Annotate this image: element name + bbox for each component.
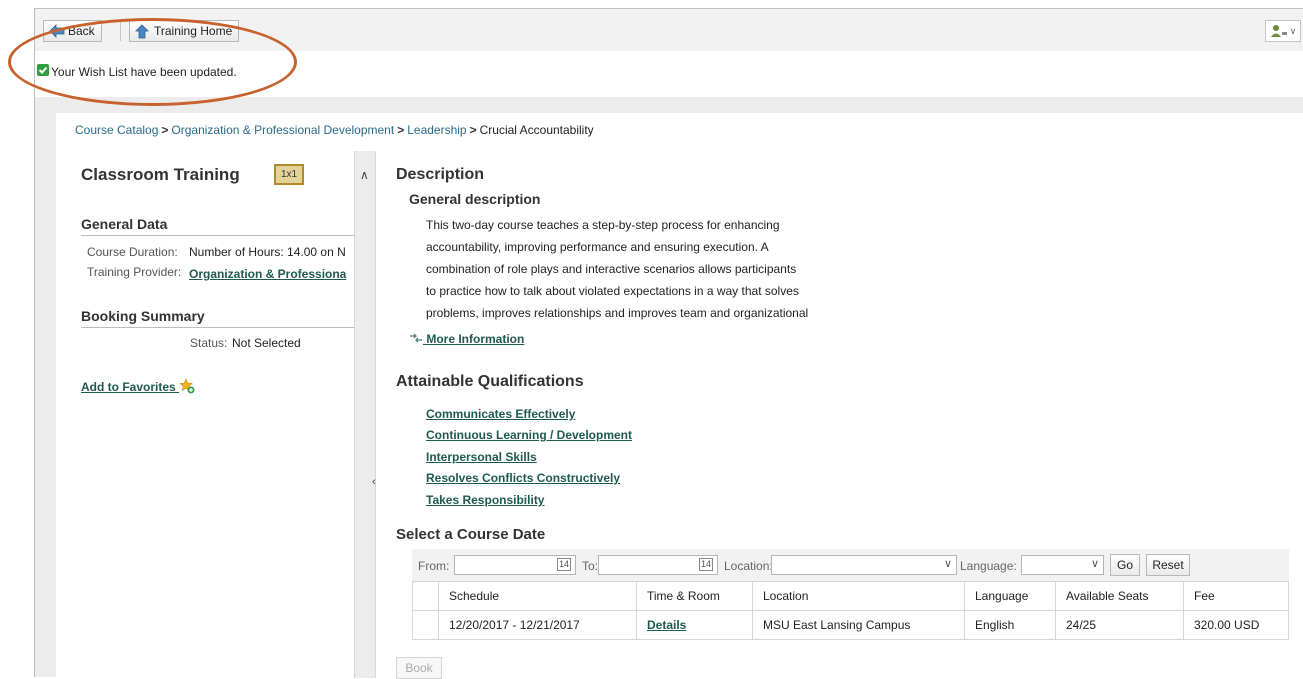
calendar-icon[interactable]: 14 — [698, 558, 713, 571]
breadcrumb-separator: > — [397, 123, 405, 137]
table-header-row: Schedule Time & Room Location Language A… — [412, 581, 1289, 611]
breadcrumb: Course Catalog > Organization & Profession… — [75, 123, 594, 137]
user-settings-icon — [1270, 25, 1287, 37]
breadcrumb-separator: > — [161, 123, 169, 137]
go-button[interactable]: Go — [1110, 554, 1140, 576]
message-text: Your Wish List have been updated. — [51, 65, 237, 79]
description-line: to practice how to talk about violated e… — [426, 284, 799, 298]
qualification-link[interactable]: Resolves Conflicts Constructively — [426, 471, 620, 485]
description-line: combination of role plays and interactiv… — [426, 262, 797, 276]
qualification-link[interactable]: Takes Responsibility — [426, 493, 544, 507]
status-value: Not Selected — [232, 336, 301, 350]
column-header-fee: Fee — [1183, 581, 1289, 611]
column-header-time-room: Time & Room — [636, 581, 753, 611]
format-badge: 1x1 — [274, 164, 304, 185]
right-pane: Description General description This two… — [396, 151, 1296, 679]
qualification-link[interactable]: Continuous Learning / Development — [426, 428, 632, 442]
qualification-link[interactable]: Communicates Effectively — [426, 407, 575, 421]
more-information-label: More Information — [426, 332, 525, 346]
cell-language: English — [964, 610, 1056, 640]
main-content: Course Catalog > Organization & Profession… — [56, 113, 1303, 679]
description-heading: Description — [396, 166, 485, 183]
course-duration-value: Number of Hours: 14.00 on N — [189, 245, 346, 259]
course-date-table: Schedule Time & Room Location Language A… — [412, 581, 1289, 640]
chevron-down-icon: ∨ — [1090, 558, 1099, 570]
breadcrumb-leadership[interactable]: Leadership — [407, 123, 466, 137]
back-button[interactable]: Back — [43, 20, 102, 42]
to-date-input[interactable]: 14 — [598, 555, 718, 575]
left-pane: Classroom Training 1x1 General Data Cour… — [56, 151, 354, 678]
details-link[interactable]: Details — [647, 618, 686, 632]
toolbar: Back Training Home ∨ — [35, 9, 1303, 51]
back-button-label: Back — [68, 24, 95, 38]
training-provider-label: Training Provider: — [87, 265, 182, 279]
booking-summary-heading: Booking Summary — [81, 308, 205, 324]
training-provider-link[interactable]: Organization & Professiona — [189, 267, 346, 281]
back-arrow-icon — [49, 24, 65, 38]
cell-time-room: Details — [636, 610, 753, 640]
collapse-left-icon[interactable]: ‹ — [372, 476, 376, 488]
table-row[interactable]: 12/20/2017 - 12/21/2017 Details MSU East… — [412, 610, 1289, 640]
star-add-icon — [179, 378, 195, 394]
pane-splitter[interactable]: ∧ ‹ — [354, 151, 376, 678]
cell-available-seats: 24/25 — [1055, 610, 1184, 640]
from-date-input[interactable]: 14 — [454, 555, 576, 575]
description-line: This two-day course teaches a step-by-st… — [426, 218, 780, 232]
training-home-button[interactable]: Training Home — [129, 20, 240, 42]
breadcrumb-course-catalog[interactable]: Course Catalog — [75, 123, 158, 137]
cell-fee: 320.00 USD — [1183, 610, 1289, 640]
breadcrumb-org-prof-dev[interactable]: Organization & Professional Development — [171, 123, 394, 137]
add-to-favorites-link[interactable]: Add to Favorites — [81, 378, 195, 394]
cell-schedule: 12/20/2017 - 12/21/2017 — [438, 610, 637, 640]
select-course-date-heading: Select a Course Date — [396, 526, 546, 543]
divider — [81, 235, 354, 236]
collapse-up-icon[interactable]: ∧ — [360, 168, 369, 182]
description-line: accountability, improving performance an… — [426, 240, 769, 254]
user-menu-button[interactable]: ∨ — [1265, 20, 1301, 42]
breadcrumb-current: Crucial Accountability — [479, 123, 594, 137]
general-description-heading: General description — [409, 191, 541, 207]
column-header-language: Language — [964, 581, 1056, 611]
book-button[interactable]: Book — [396, 657, 442, 679]
select-column-header — [412, 581, 439, 611]
language-label: Language: — [960, 559, 1017, 573]
chevron-down-icon: ∨ — [1289, 25, 1297, 36]
qualifications-heading: Attainable Qualifications — [396, 373, 584, 390]
app-frame: Back Training Home ∨ Your Wish List have… — [8, 8, 1303, 679]
divider — [81, 327, 354, 328]
calendar-icon[interactable]: 14 — [556, 558, 571, 571]
status-label: Status: — [190, 336, 228, 350]
row-selector[interactable] — [412, 610, 439, 640]
general-data-heading: General Data — [81, 216, 168, 232]
date-filter-bar: From: 14 To: 14 Location: ∨ Language: ∨ … — [412, 549, 1289, 581]
training-home-label: Training Home — [154, 24, 233, 38]
reset-button[interactable]: Reset — [1146, 554, 1190, 576]
cell-location: MSU East Lansing Campus — [752, 610, 965, 640]
message-bar: Your Wish List have been updated. — [35, 51, 1303, 97]
expand-arrows-icon — [410, 333, 422, 343]
column-header-schedule: Schedule — [438, 581, 637, 611]
success-check-icon — [37, 64, 49, 76]
description-line: problems, improves relationships and imp… — [426, 306, 809, 320]
qualification-link[interactable]: Interpersonal Skills — [426, 450, 537, 464]
column-header-available-seats: Available Seats — [1055, 581, 1184, 611]
location-select[interactable]: ∨ — [771, 555, 957, 575]
page-title: Classroom Training — [81, 165, 240, 184]
course-duration-label: Course Duration: — [87, 245, 178, 259]
chevron-down-icon: ∨ — [943, 558, 952, 570]
breadcrumb-separator: > — [469, 123, 477, 137]
column-header-location: Location — [752, 581, 965, 611]
location-label: Location: — [724, 559, 773, 573]
from-label: From: — [418, 559, 450, 573]
language-select[interactable]: ∨ — [1021, 555, 1104, 575]
more-information-link[interactable]: More Information — [409, 332, 524, 346]
toolbar-divider — [120, 21, 121, 41]
to-label: To: — [582, 559, 599, 573]
up-arrow-icon — [135, 24, 149, 39]
add-to-favorites-label: Add to Favorites — [81, 380, 176, 394]
